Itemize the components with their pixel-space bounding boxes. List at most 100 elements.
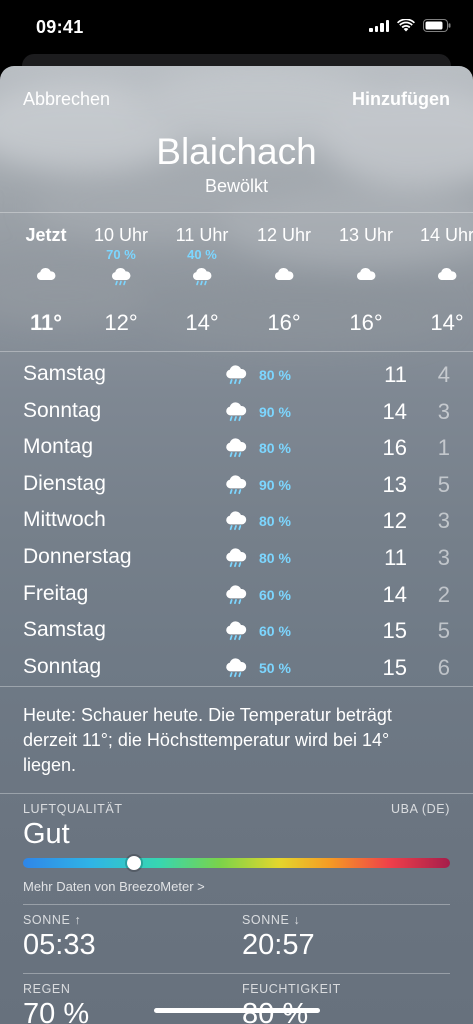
add-button[interactable]: Hinzufügen [352, 89, 450, 110]
day-precipitation: 50 % [259, 659, 291, 676]
divider [0, 686, 473, 687]
sunrise-label: SONNE ↑ [23, 913, 82, 927]
divider [23, 904, 450, 905]
hour-column: 11 Uhr 40 % 14° [162, 212, 242, 352]
cloud-rain-icon [223, 398, 249, 424]
hour-temperature: 16° [267, 310, 301, 335]
daily-row: Sonntag 90 % 14 3 [0, 393, 473, 430]
hourly-forecast[interactable]: Jetzt 11° 10 Uhr 70 % 12° 11 Uhr 40 % 14° 12 Uhr… [0, 212, 473, 352]
day-name: Montag [23, 435, 94, 459]
hour-column: 14 Uhr 14° [407, 212, 473, 352]
city-name: Blaichach [156, 131, 317, 172]
hour-precipitation: 40 % [187, 247, 217, 262]
status-icons [369, 19, 451, 32]
day-high-temperature: 12 [382, 508, 407, 534]
day-low-temperature: 5 [437, 471, 450, 497]
day-precipitation: 80 % [259, 513, 291, 530]
day-high-temperature: 13 [382, 471, 407, 497]
humidity-label: FEUCHTIGKEIT [242, 982, 341, 996]
day-low-temperature: 2 [437, 581, 450, 607]
day-precipitation: 80 % [259, 367, 291, 383]
daily-row: Mittwoch 80 % 12 3 [0, 502, 473, 539]
hour-precipitation: 70 % [106, 247, 136, 262]
day-name: Samstag [23, 618, 106, 642]
cloud-icon [354, 264, 378, 288]
air-quality-value: Gut [23, 818, 70, 850]
cloud-rain-icon [223, 544, 249, 570]
hour-temperature: 14° [185, 310, 219, 335]
cancel-button[interactable]: Abbrechen [23, 89, 110, 110]
sunrise-value: 05:33 [23, 929, 96, 961]
divider [0, 793, 473, 794]
daily-row: Donnerstag 80 % 11 3 [0, 539, 473, 576]
sunset-label: SONNE ↓ [242, 913, 301, 927]
weather-preview-sheet: Abbrechen Hinzufügen Blaichach Bewölkt J… [0, 66, 473, 1024]
rain-detail: REGEN 70 % [23, 982, 223, 1024]
cloud-rain-icon [223, 471, 249, 497]
day-name: Dienstag [23, 471, 106, 495]
day-high-temperature: 14 [382, 398, 407, 424]
day-high-temperature: 14 [382, 581, 407, 607]
cloud-rain-icon [223, 507, 249, 533]
air-quality-label: LUFTQUALITÄT [23, 802, 123, 816]
day-name: Donnerstag [23, 544, 132, 568]
day-name: Sonntag [23, 654, 102, 678]
daily-row: Dienstag 90 % 13 5 [0, 466, 473, 503]
day-low-temperature: 3 [437, 398, 450, 424]
wifi-icon [397, 19, 415, 32]
day-low-temperature: 4 [437, 362, 450, 387]
day-high-temperature: 15 [382, 654, 407, 680]
day-precipitation: 60 % [259, 623, 291, 640]
day-low-temperature: 6 [437, 654, 450, 680]
hour-label: 10 Uhr [93, 225, 149, 245]
hour-column: Jetzt 11° [6, 212, 86, 352]
daily-row: Montag 80 % 16 1 [0, 429, 473, 466]
battery-icon [423, 19, 451, 32]
day-low-temperature: 5 [437, 618, 450, 644]
cloud-rain-icon [223, 617, 249, 643]
status-bar: 09:41 [0, 0, 473, 56]
humidity-detail: FEUCHTIGKEIT 80 % [242, 982, 442, 1024]
sunset-detail: SONNE ↓ 20:57 [242, 913, 442, 962]
air-quality-more-link[interactable]: Mehr Daten von BreezoMeter > [23, 879, 205, 894]
day-name: Freitag [23, 581, 89, 605]
cloud-rain-icon [109, 264, 133, 288]
cloud-rain-icon [190, 264, 214, 288]
hour-column: 10 Uhr 70 % 12° [81, 212, 161, 352]
daily-forecast: Samstag 80 % 11 4 Sonntag 90 % 14 3 Montag 80 % 16… [0, 356, 473, 685]
day-high-temperature: 16 [382, 435, 407, 461]
hour-temperature: 16° [349, 310, 383, 335]
day-name: Sonntag [23, 398, 102, 422]
day-low-temperature: 3 [437, 544, 450, 570]
cloud-rain-icon [223, 361, 249, 387]
day-name: Samstag [23, 362, 106, 385]
day-high-temperature: 11 [384, 544, 407, 570]
day-high-temperature: 15 [382, 618, 407, 644]
current-condition: Bewölkt [204, 176, 269, 196]
weather-summary: Heute: Schauer heute. Die Temperatur bet… [23, 705, 392, 775]
divider [23, 973, 450, 974]
day-precipitation: 80 % [259, 440, 291, 457]
day-name: Mittwoch [23, 508, 106, 532]
hour-column: 12 Uhr 16° [244, 212, 324, 352]
air-quality-indicator [127, 856, 142, 870]
home-indicator[interactable] [154, 1008, 320, 1013]
hour-label: 13 Uhr [338, 225, 394, 245]
hour-temperature: 12° [104, 310, 138, 335]
day-low-temperature: 1 [437, 435, 450, 461]
day-low-temperature: 3 [437, 508, 450, 534]
daily-row: Samstag 60 % 15 5 [0, 612, 473, 649]
cloud-rain-icon [223, 654, 249, 680]
hour-label: 11 Uhr [175, 225, 229, 245]
day-precipitation: 90 % [259, 403, 291, 420]
top-bar: Abbrechen Hinzufügen [0, 66, 473, 132]
daily-row: Samstag 80 % 11 4 [0, 356, 473, 393]
cloud-icon [435, 264, 459, 288]
hour-label: Jetzt [25, 225, 67, 245]
status-time: 09:41 [36, 17, 84, 37]
sunrise-detail: SONNE ↑ 05:33 [23, 913, 223, 962]
air-quality-scale [23, 856, 450, 870]
hour-label: 12 Uhr [256, 225, 312, 245]
cloud-rain-icon [223, 581, 249, 607]
daily-row: Freitag 60 % 14 2 [0, 576, 473, 613]
